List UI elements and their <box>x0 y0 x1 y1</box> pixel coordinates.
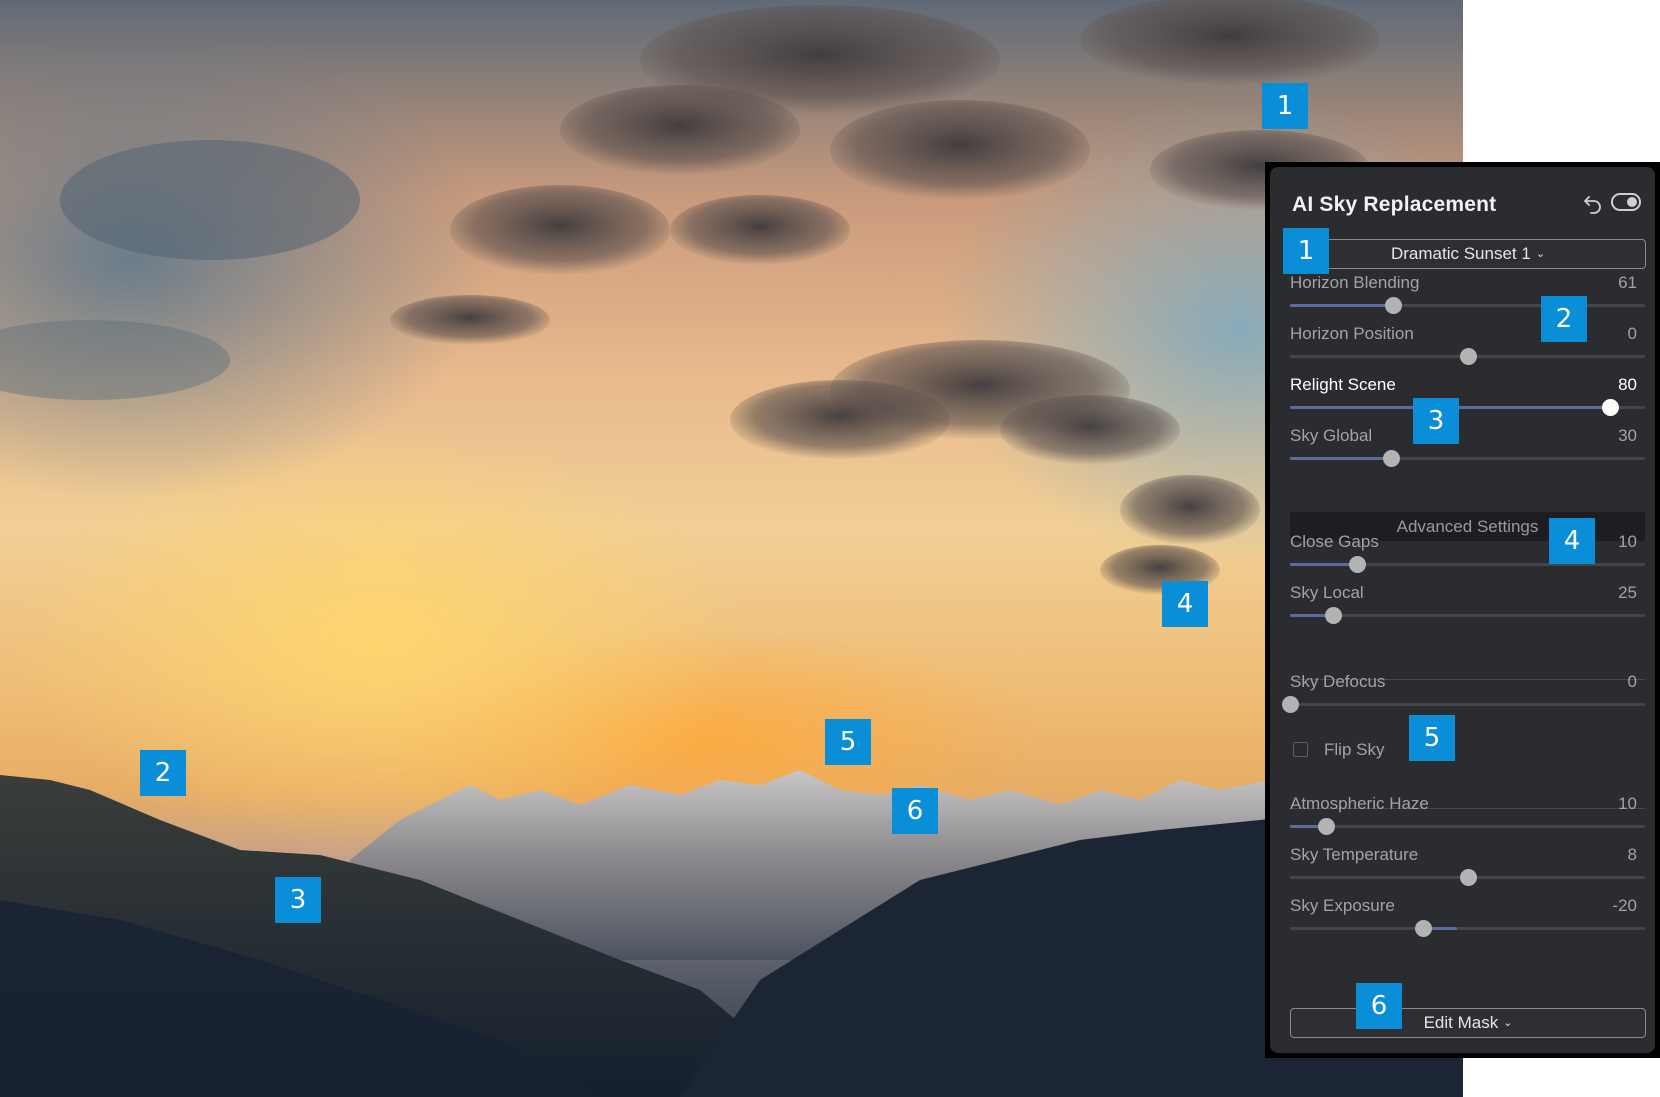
atmospheric-haze-slider-thumb[interactable] <box>1317 818 1335 835</box>
sky-exposure-slider-track[interactable] <box>1290 920 1645 937</box>
sky-global-value: 30 <box>1618 426 1637 445</box>
flip-sky-label: Flip Sky <box>1324 740 1385 759</box>
sky-global-slider-track[interactable] <box>1290 450 1645 467</box>
panel-title: AI Sky Replacement <box>1292 193 1497 216</box>
callout-badge-4: 4 <box>1162 581 1208 627</box>
sky-local-label: Sky Local <box>1290 583 1364 602</box>
sky-photo: 1 2 3 4 5 6 <box>0 0 1463 1097</box>
callout-badge-2: 2 <box>140 750 186 796</box>
close-gaps-slider-thumb[interactable] <box>1349 556 1367 573</box>
flip-sky-checkbox[interactable] <box>1293 742 1308 757</box>
callout-badge-4: 4 <box>1549 518 1595 564</box>
landscape-illustration <box>0 0 1463 1097</box>
chevron-down-icon: ⌄ <box>1503 1017 1513 1029</box>
sky-exposure-slider-thumb[interactable] <box>1415 920 1433 937</box>
relight-scene-label: Relight Scene <box>1290 375 1396 394</box>
sky-exposure-label: Sky Exposure <box>1290 896 1395 915</box>
callout-badge-1: 1 <box>1262 83 1308 129</box>
atmospheric-haze-slider-track[interactable] <box>1290 818 1645 835</box>
chevron-down-icon: ⌄ <box>1535 248 1546 260</box>
sky-temperature-label: Sky Temperature <box>1290 845 1419 864</box>
horizon-blending-slider-track[interactable] <box>1290 297 1645 314</box>
atmospheric-haze-value: 10 <box>1618 794 1637 813</box>
sky-replacement-panel: AI Sky Replacement Dramatic Sunset 1 ⌄ Ho… <box>1265 162 1660 1058</box>
horizon-position-slider-track[interactable] <box>1290 348 1645 365</box>
close-gaps-value: 10 <box>1618 532 1637 551</box>
horizon-blending-slider-fill <box>1290 304 1393 307</box>
sky-temperature-value: 8 <box>1627 845 1637 864</box>
callout-badge-1: 1 <box>1283 228 1329 274</box>
callout-badge-3: 3 <box>275 877 321 923</box>
relight-scene-slider-thumb[interactable] <box>1601 399 1619 416</box>
horizon-position-value: 0 <box>1627 324 1637 343</box>
sky-temperature-slider-thumb[interactable] <box>1459 869 1477 886</box>
sky-defocus-label: Sky Defocus <box>1290 672 1386 691</box>
edit-mask-button[interactable]: Edit Mask ⌄ <box>1290 1008 1646 1038</box>
callout-badge-6: 6 <box>892 788 938 834</box>
horizon-blending-slider-thumb[interactable] <box>1384 297 1402 314</box>
callout-badge-5: 5 <box>1409 715 1455 761</box>
sky-defocus-slider-track[interactable] <box>1282 696 1645 713</box>
sky-local-slider-track[interactable] <box>1290 607 1645 624</box>
panel-body: AI Sky Replacement Dramatic Sunset 1 ⌄ Ho… <box>1270 167 1655 1053</box>
horizon-blending-value: 61 <box>1618 273 1637 292</box>
horizon-blending-label: Horizon Blending <box>1290 273 1420 292</box>
callout-badge-2: 2 <box>1541 296 1587 342</box>
sky-global-slider-thumb[interactable] <box>1383 450 1401 467</box>
sky-exposure-value: -20 <box>1612 896 1637 915</box>
cloud-cluster <box>0 0 1380 595</box>
relight-scene-value: 80 <box>1618 375 1637 394</box>
close-gaps-label: Close Gaps <box>1290 532 1379 551</box>
sky-defocus-value: 0 <box>1627 672 1637 691</box>
sky-local-value: 25 <box>1618 583 1637 602</box>
sky-temperature-slider-track[interactable] <box>1290 869 1645 886</box>
callout-badge-5: 5 <box>825 719 871 765</box>
undo-icon[interactable] <box>1582 192 1604 214</box>
sky-preset-label: Dramatic Sunset 1 <box>1390 244 1531 263</box>
sky-local-slider-thumb[interactable] <box>1324 607 1342 624</box>
sky-global-label: Sky Global <box>1290 426 1373 445</box>
toggle-knob <box>1627 197 1637 207</box>
sky-defocus-slider-thumb[interactable] <box>1282 696 1299 713</box>
relight-scene-slider-track[interactable] <box>1290 399 1645 416</box>
sky-preset-dropdown[interactable]: Dramatic Sunset 1 ⌄ <box>1290 239 1646 269</box>
edit-mask-label: Edit Mask <box>1423 1013 1499 1032</box>
horizon-position-label: Horizon Position <box>1290 324 1414 343</box>
callout-badge-6: 6 <box>1356 983 1402 1029</box>
callout-badge-3: 3 <box>1413 398 1459 444</box>
sky-global-slider-fill <box>1290 457 1392 460</box>
close-gaps-slider-fill <box>1290 563 1358 566</box>
atmospheric-haze-label: Atmospheric Haze <box>1290 794 1429 813</box>
horizon-position-slider-thumb[interactable] <box>1459 348 1477 365</box>
filter-toggle[interactable] <box>1611 193 1641 211</box>
